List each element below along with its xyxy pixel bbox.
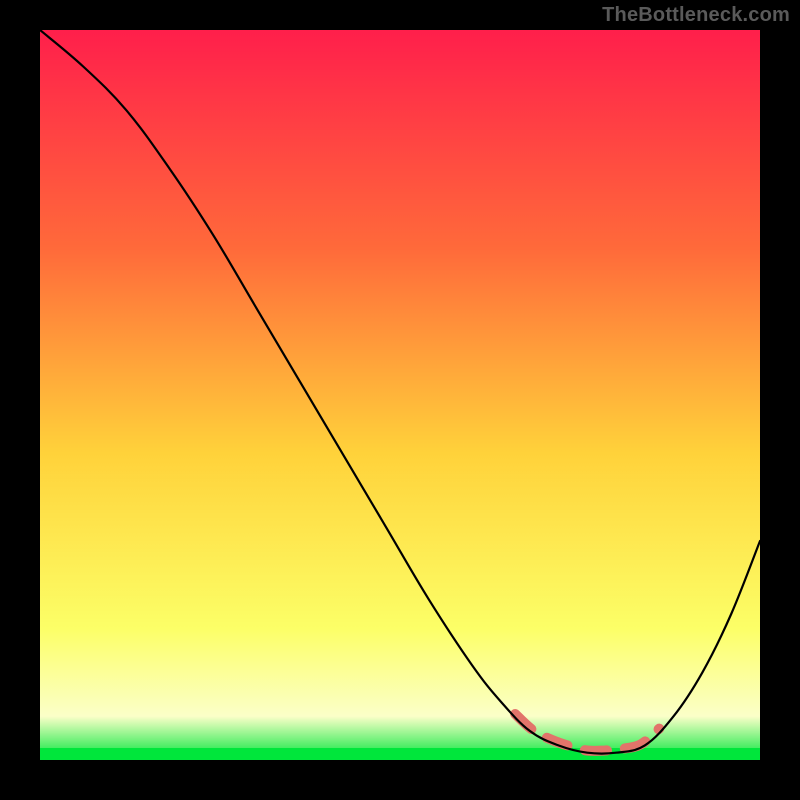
plot-area bbox=[40, 30, 760, 760]
chart-frame: TheBottleneck.com bbox=[0, 0, 800, 800]
green-baseline-band bbox=[40, 748, 760, 760]
watermark-text: TheBottleneck.com bbox=[602, 4, 790, 27]
bottleneck-chart bbox=[40, 30, 760, 760]
